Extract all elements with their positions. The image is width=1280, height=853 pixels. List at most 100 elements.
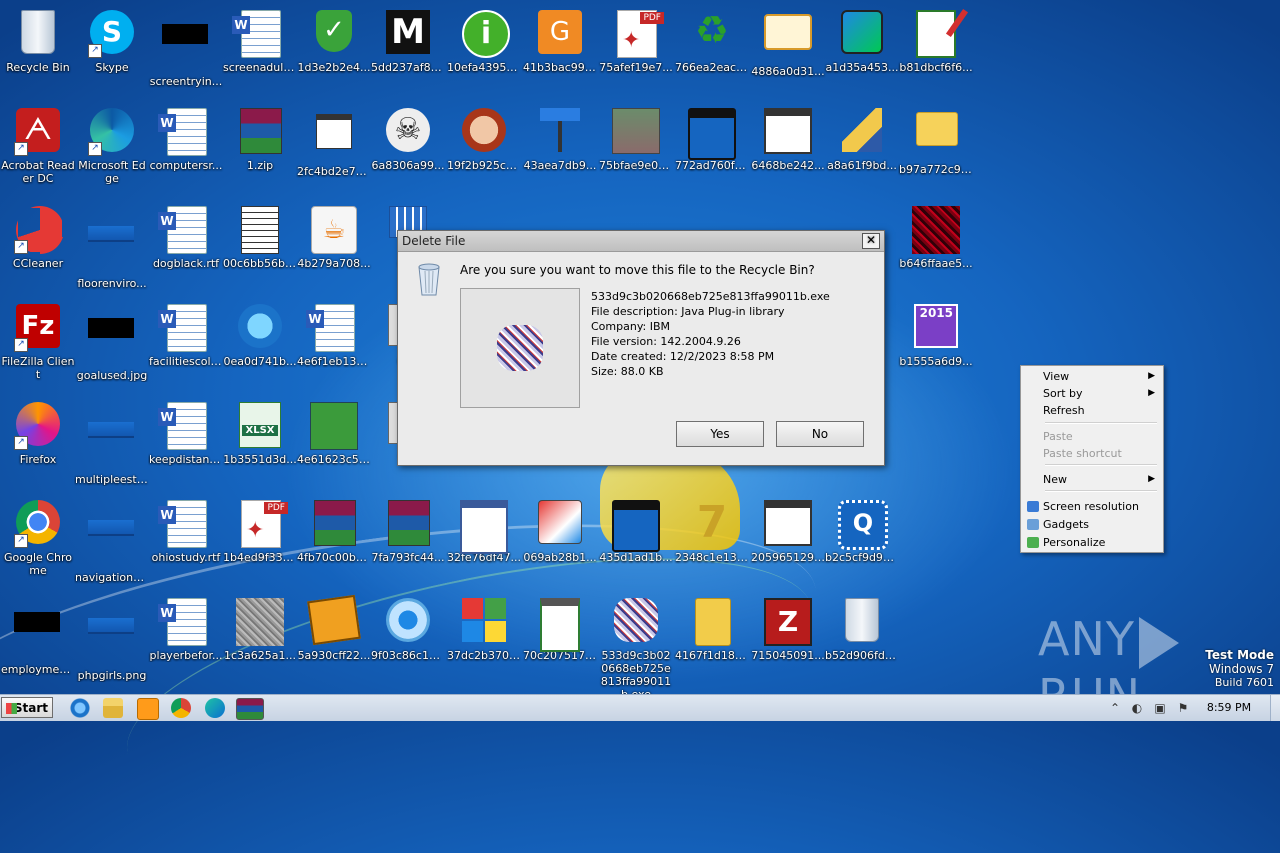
yes-button[interactable]: Yes bbox=[676, 421, 764, 447]
desktop-icon[interactable]: 9f03c86c1b... bbox=[370, 592, 446, 682]
context-menu-item-screen-resolution[interactable]: Screen resolution bbox=[1023, 498, 1161, 515]
desktop-icon[interactable]: PDF ✦ 1b4ed9f336... bbox=[222, 494, 298, 584]
chrome-icon[interactable] bbox=[171, 698, 191, 718]
desktop-icon[interactable]: M 5dd237af8a... bbox=[370, 4, 446, 94]
explorer-icon[interactable] bbox=[103, 698, 123, 718]
context-menu-item-paste-shortcut[interactable]: Paste shortcut bbox=[1023, 445, 1161, 462]
desktop-icon[interactable]: ✓ 1d3e2b2e4... bbox=[296, 4, 372, 94]
network-icon[interactable]: ▣ bbox=[1153, 701, 1167, 715]
desktop-icon[interactable]: goalused.jpg bbox=[74, 298, 150, 388]
desktop-icon[interactable]: 7 2348c1e135... bbox=[674, 494, 750, 584]
system-clock[interactable]: 8:59 PM bbox=[1194, 695, 1264, 721]
desktop-icon[interactable]: ♻ 766ea2eace... bbox=[674, 4, 750, 94]
desktop-icon[interactable]: G 41b3bac994... bbox=[522, 4, 598, 94]
installer-icon bbox=[612, 108, 660, 156]
context-menu-item-refresh[interactable]: Refresh bbox=[1023, 402, 1161, 419]
desktop-icon[interactable]: 5a930cff22... bbox=[296, 592, 372, 682]
desktop-icon[interactable]: 2fc4bd2e79... bbox=[296, 102, 372, 192]
winrar-icon[interactable] bbox=[236, 698, 264, 720]
context-menu-item-paste[interactable]: Paste bbox=[1023, 428, 1161, 445]
desktop-icon[interactable]: S ↗ Skype bbox=[74, 4, 150, 94]
desktop-icon[interactable]: navigationc... bbox=[74, 494, 150, 584]
desktop-icon[interactable]: b52d906fd8... bbox=[824, 592, 900, 682]
desktop-icon[interactable]: 70c207517d... bbox=[522, 592, 598, 682]
desktop-icon[interactable]: 533d9c3b020668eb725e813ffa99011b.exe bbox=[598, 592, 674, 701]
desktop-icon[interactable]: ᗅ ↗ Acrobat Reader DC bbox=[0, 102, 76, 192]
desktop-icon[interactable]: b97a772c9f... bbox=[898, 102, 974, 192]
desktop-icon[interactable]: Wohiostudy.rtf bbox=[148, 494, 224, 584]
desktop-icon[interactable]: ↗ CCleaner bbox=[0, 200, 76, 290]
desktop-icon[interactable]: ☠ 6a8306a99... bbox=[370, 102, 446, 192]
desktop-icon[interactable]: Wcomputersr... bbox=[148, 102, 224, 192]
desktop-icon[interactable]: multipleesta... bbox=[74, 396, 150, 486]
desktop-icon[interactable]: Wkeepdistanc... bbox=[148, 396, 224, 486]
desktop-icon[interactable]: 32fe76df47... bbox=[446, 494, 522, 584]
green-chart-icon bbox=[310, 402, 358, 450]
desktop-icon[interactable]: 37dc2b3707... bbox=[446, 592, 522, 682]
dialog-titlebar[interactable]: Delete File ✕ bbox=[398, 231, 884, 252]
action-center-flag-icon[interactable]: ⚑ bbox=[1176, 701, 1190, 715]
desktop-icon[interactable]: 1c3a625a1... bbox=[222, 592, 298, 682]
context-menu-item-sort-by[interactable]: Sort by ▶ bbox=[1023, 385, 1161, 402]
desktop-icon[interactable]: ↗ Microsoft Edge bbox=[74, 102, 150, 192]
desktop-icon[interactable]: ↗ Google Chrome bbox=[0, 494, 76, 584]
desktop-icon-label: b2c5cf9d95... bbox=[825, 551, 900, 564]
volume-icon[interactable]: ◐ bbox=[1130, 701, 1144, 715]
desktop-icon[interactable]: i 10efa43953... bbox=[446, 4, 522, 94]
desktop-icon[interactable]: 4e61623c58... bbox=[296, 396, 372, 486]
desktop-icon[interactable]: W 4e6f1eb13c... bbox=[296, 298, 372, 388]
context-menu-item-new[interactable]: New ▶ bbox=[1023, 471, 1161, 488]
desktop-icon[interactable]: Recycle Bin bbox=[0, 4, 76, 94]
desktop-icon[interactable]: floorenviro... bbox=[74, 200, 150, 290]
context-menu-item-gadgets[interactable]: Gadgets bbox=[1023, 516, 1161, 533]
desktop-icon[interactable]: b81dbcf6f6... bbox=[898, 4, 974, 94]
desktop-icon[interactable]: 4167f1d182... bbox=[674, 592, 750, 682]
desktop-icon[interactable]: Qb2c5cf9d95... bbox=[824, 494, 900, 584]
desktop-icon[interactable]: Wscreenadult... bbox=[222, 4, 298, 94]
desktop-icon[interactable]: Fz ↗ FileZilla Client bbox=[0, 298, 76, 388]
desktop-icon[interactable]: 6468be242... bbox=[750, 102, 826, 192]
desktop-icon-label: employmen... bbox=[1, 663, 76, 676]
show-desktop-button[interactable] bbox=[1270, 695, 1280, 721]
desktop-icon[interactable]: 435d1ad1b... bbox=[598, 494, 674, 584]
desktop-icon[interactable]: Wdogblack.rtf bbox=[148, 200, 224, 290]
desktop-icon[interactable]: Wplayerbefor... bbox=[148, 592, 224, 682]
desktop-icon[interactable]: 1.zip bbox=[222, 102, 298, 192]
desktop-icon[interactable]: 4fb70c00b8... bbox=[296, 494, 372, 584]
desktop-icon[interactable]: 00c6bb56bd... bbox=[222, 200, 298, 290]
internet-explorer-icon[interactable] bbox=[70, 698, 90, 718]
desktop-icon[interactable]: XLSX 1b3551d3d... bbox=[222, 396, 298, 486]
desktop-icon[interactable]: ↗ Firefox bbox=[0, 396, 76, 486]
desktop-icon[interactable]: 7fa793fc44... bbox=[370, 494, 446, 584]
desktop-icon[interactable]: ☕ 4b279a708... bbox=[296, 200, 372, 290]
media-player-icon[interactable] bbox=[137, 698, 159, 720]
context-menu-item-personalize[interactable]: Personalize bbox=[1023, 534, 1161, 551]
desktop-icon-label: screentryin... bbox=[149, 75, 223, 88]
desktop-icon-label: 41b3bac994... bbox=[523, 61, 598, 74]
edge-icon: ↗ bbox=[88, 108, 136, 156]
show-hidden-icons-icon[interactable]: ⌃ bbox=[1108, 701, 1122, 715]
dialog-close-button[interactable]: ✕ bbox=[862, 233, 880, 249]
desktop-icon[interactable]: 43aea7db9... bbox=[522, 102, 598, 192]
desktop-icon[interactable]: 19f2b925c2... bbox=[446, 102, 522, 192]
desktop-icon[interactable]: phpgirls.png bbox=[74, 592, 150, 682]
desktop-icon[interactable]: 2015 b1555a6d9... bbox=[898, 298, 974, 388]
desktop-icon[interactable]: 75bfae9e0e... bbox=[598, 102, 674, 192]
desktop-icon[interactable]: PDF ✦ 75afef19e7... bbox=[598, 4, 674, 94]
desktop-icon[interactable]: Wfacilitiescold... bbox=[148, 298, 224, 388]
desktop-icon[interactable]: a8a61f9bd... bbox=[824, 102, 900, 192]
desktop-icon[interactable]: b646ffaae5... bbox=[898, 200, 974, 290]
desktop-icon[interactable]: employmen... bbox=[0, 592, 76, 682]
context-menu-item-view[interactable]: View ▶ bbox=[1023, 368, 1161, 385]
desktop-icon[interactable]: 069ab28b1... bbox=[522, 494, 598, 584]
desktop-icon[interactable]: screentryin... bbox=[148, 4, 224, 94]
start-button[interactable]: Start bbox=[1, 697, 53, 718]
desktop-icon[interactable]: 0ea0d741b... bbox=[222, 298, 298, 388]
desktop-icon[interactable]: 772ad760f2... bbox=[674, 102, 750, 192]
no-button[interactable]: No bbox=[776, 421, 864, 447]
desktop-icon[interactable]: a1d35a453... bbox=[824, 4, 900, 94]
edge-icon[interactable] bbox=[205, 698, 225, 718]
desktop-icon[interactable]: Z 715045091... bbox=[750, 592, 826, 682]
desktop-icon[interactable]: 205965129f... bbox=[750, 494, 826, 584]
desktop-icon[interactable]: 4886a0d31... bbox=[750, 4, 826, 94]
